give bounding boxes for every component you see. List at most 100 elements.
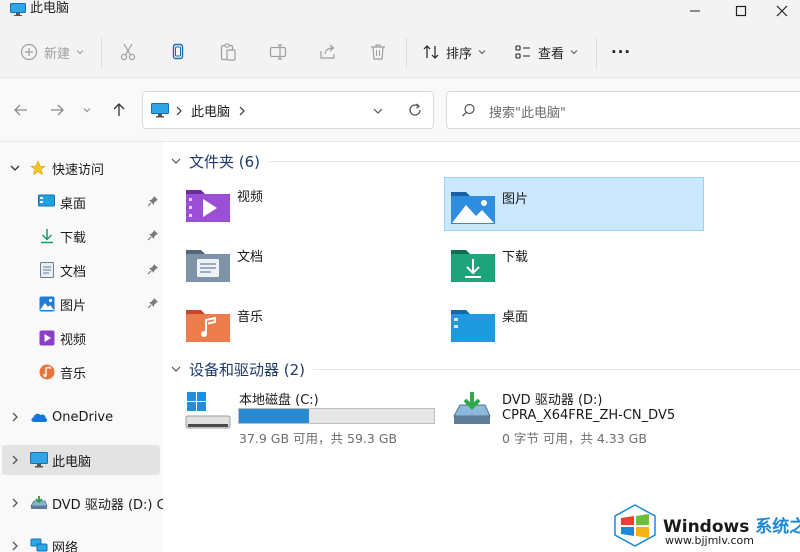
sidebar-label: 下载 [60, 230, 87, 246]
drive-c-usage-bar [238, 408, 435, 424]
sidebar-item-this-pc[interactable]: 此电脑 [2, 445, 160, 475]
toolbar-divider [406, 38, 407, 68]
folders-section-header[interactable]: 文件夹 (6) [171, 150, 260, 172]
sidebar-item-pictures[interactable]: 图片 [2, 289, 160, 319]
more-options-button[interactable]: ··· [611, 38, 631, 66]
pin-icon[interactable] [147, 297, 159, 309]
sort-button[interactable]: 排序 [422, 38, 486, 66]
desktop-icon [38, 194, 55, 207]
up-button[interactable] [107, 99, 131, 121]
sidebar-item-dvd-drive[interactable]: DVD 驱动器 (D:) CF [2, 488, 173, 518]
sidebar-label: 网络 [52, 540, 79, 552]
windows-drive-icon [185, 392, 231, 429]
cut-button[interactable] [118, 38, 138, 66]
chevron-down-icon [171, 366, 181, 372]
copy-icon [172, 43, 184, 60]
folders-heading: 文件夹 (6) [189, 152, 261, 171]
folder-desktop[interactable]: 桌面 [428, 296, 688, 350]
sidebar-label: 桌面 [60, 196, 87, 212]
maximize-icon [735, 5, 747, 17]
windows-logo-icon [614, 504, 656, 547]
downloads-folder-icon [451, 250, 495, 282]
back-button[interactable] [9, 99, 33, 121]
chevron-right-icon [12, 455, 18, 465]
videos-folder-icon [186, 190, 230, 222]
navigation-pane: 快速访问 桌面 下载 文档 图片 视频 音乐 OneDrive 此电脑 DVD … [0, 142, 173, 552]
sidebar-item-desktop[interactable]: 桌面 [2, 187, 160, 217]
sidebar-label: OneDrive [52, 409, 114, 425]
sidebar-item-onedrive[interactable]: OneDrive [2, 402, 160, 432]
chevron-down-icon [76, 50, 84, 55]
search-placeholder: 搜索"此电脑" [489, 106, 566, 121]
picture-icon [39, 296, 55, 312]
dvd-drive-icon [30, 496, 48, 509]
close-button[interactable] [764, 0, 800, 22]
folder-label: 桌面 [502, 310, 529, 325]
sidebar-item-quick-access[interactable]: 快速访问 [2, 153, 160, 183]
breadcrumb-separator-icon [239, 106, 245, 116]
sidebar-item-downloads[interactable]: 下载 [2, 221, 160, 251]
pin-icon[interactable] [147, 263, 159, 275]
maximize-button[interactable] [718, 0, 764, 22]
sidebar-item-documents[interactable]: 文档 [2, 255, 160, 285]
close-icon [776, 5, 788, 17]
folder-label: 视频 [237, 190, 264, 205]
title-bar: 此电脑 [0, 0, 800, 26]
this-pc-icon [151, 103, 169, 118]
folder-videos[interactable]: 视频 [163, 176, 423, 230]
network-icon [30, 538, 48, 552]
drive-c[interactable]: 本地磁盘 (C:) 37.9 GB 可用，共 59.3 GB [163, 386, 438, 446]
watermark-brand-cn: 系统之家 [755, 517, 800, 537]
chevron-right-icon [12, 541, 18, 551]
folder-documents[interactable]: 文档 [163, 236, 423, 290]
download-icon [41, 229, 53, 244]
toolbar-divider [596, 38, 597, 68]
sidebar-label: 此电脑 [52, 454, 92, 470]
cloud-icon [31, 413, 48, 422]
chevron-down-icon [570, 50, 578, 55]
pin-icon[interactable] [147, 229, 159, 241]
sidebar-item-music[interactable]: 音乐 [2, 357, 160, 387]
drive-c-usage-fill [239, 409, 310, 423]
paste-button[interactable] [218, 38, 238, 66]
delete-button[interactable] [368, 38, 388, 66]
view-label: 查看 [538, 46, 565, 62]
breadcrumb-this-pc[interactable]: 此电脑 [191, 101, 230, 120]
minimize-button[interactable] [672, 0, 718, 22]
window-title: 此电脑 [30, 1, 70, 16]
drives-heading: 设备和驱动器 (2) [189, 360, 306, 379]
rename-button[interactable] [268, 38, 288, 66]
forward-button[interactable] [45, 99, 69, 121]
music-folder-icon [186, 310, 230, 342]
chevron-down-icon [171, 158, 181, 164]
share-button[interactable] [318, 38, 338, 66]
folder-label: 音乐 [237, 310, 264, 325]
folder-downloads[interactable]: 下载 [428, 236, 688, 290]
section-divider [269, 161, 800, 162]
sidebar-item-videos[interactable]: 视频 [2, 323, 160, 353]
file-view: 文件夹 (6) 视频 图片 文档 下载 音乐 桌面 设备和驱动器 (2) 本地磁… [163, 142, 800, 552]
this-pc-icon [30, 452, 48, 468]
copy-button[interactable] [168, 38, 188, 66]
sidebar-label: 文档 [60, 264, 87, 280]
pin-icon[interactable] [147, 195, 159, 207]
video-icon [39, 330, 55, 346]
section-divider [313, 369, 800, 370]
breadcrumb-separator-icon [176, 106, 182, 116]
drive-d[interactable]: DVD 驱动器 (D:) CPRA_X64FRE_ZH-CN_DV5 0 字节 … [428, 386, 800, 446]
sidebar-item-network[interactable]: 网络 [2, 531, 160, 552]
new-button[interactable]: 新建 [20, 38, 84, 66]
drive-d-volume-label: CPRA_X64FRE_ZH-CN_DV5 [502, 408, 676, 423]
address-history-chevron-icon[interactable] [373, 106, 383, 116]
address-bar[interactable]: 此电脑 [142, 91, 434, 129]
folder-music[interactable]: 音乐 [163, 296, 423, 350]
recent-locations-button[interactable] [78, 99, 96, 121]
refresh-icon[interactable] [407, 102, 423, 118]
minimize-icon [690, 10, 700, 12]
share-icon [320, 44, 335, 59]
search-box[interactable]: 搜索"此电脑" [446, 91, 800, 129]
view-button[interactable]: 查看 [514, 38, 578, 66]
folder-pictures[interactable]: 图片 [444, 177, 704, 231]
star-icon [30, 160, 46, 176]
drives-section-header[interactable]: 设备和驱动器 (2) [171, 358, 305, 380]
